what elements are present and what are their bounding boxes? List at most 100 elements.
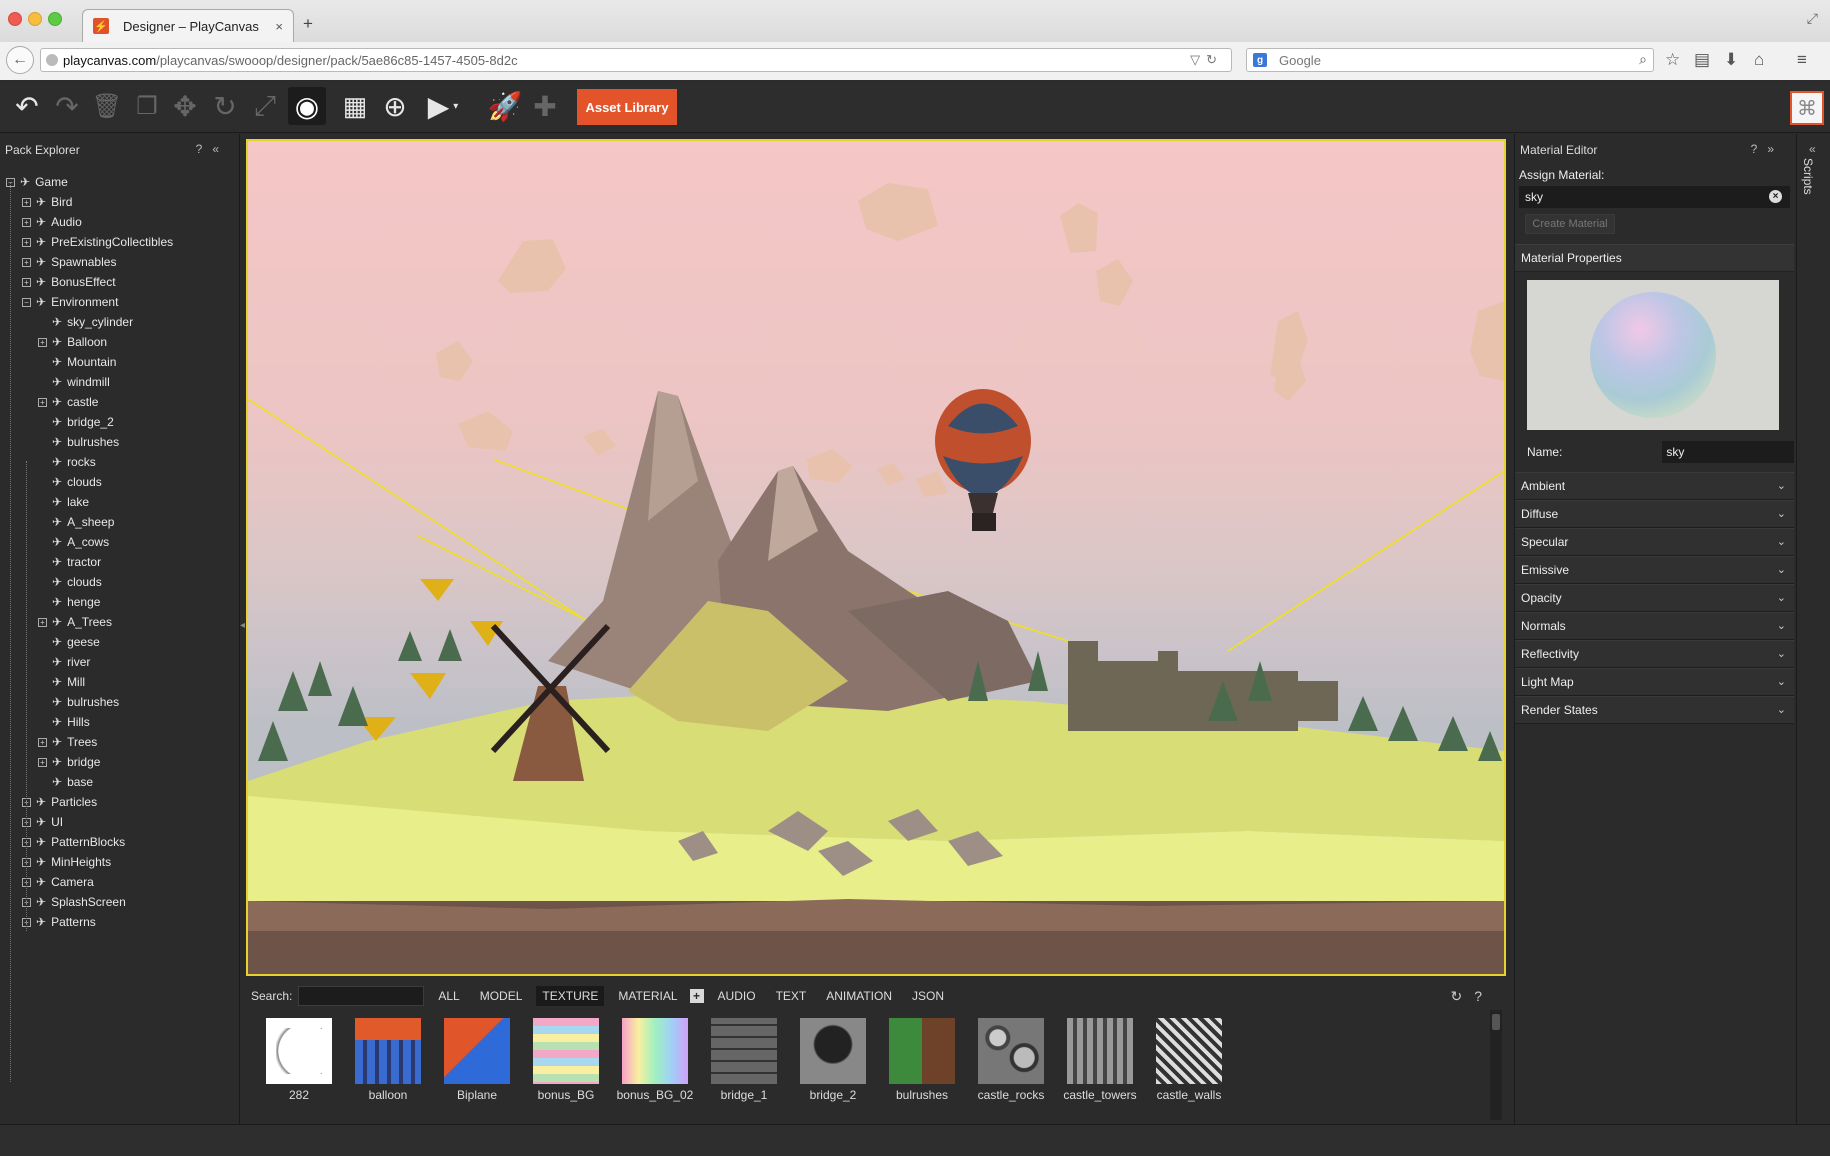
tree-node[interactable]: ✈ tractor [38,552,101,572]
tree-node[interactable]: − ✈ Game [6,172,68,192]
create-material-button[interactable]: Create Material [1525,214,1615,234]
asset-library-button[interactable]: Asset Library [577,89,677,125]
tree-node[interactable]: + ✈ SplashScreen [22,892,126,912]
expand-icon[interactable]: + [22,257,31,267]
search-bar[interactable]: g Google ⌕ [1246,48,1654,72]
new-material-icon[interactable]: + [689,989,704,1003]
tree-node[interactable]: + ✈ UI [22,812,63,832]
rotate-button[interactable]: ↻ [206,87,244,125]
browser-tab[interactable]: ⚡ Designer – PlayCanvas × [82,9,294,42]
asset-item[interactable]: bonus_BG_02 [610,1018,700,1102]
asset-item[interactable]: 282 [254,1018,344,1102]
launch-button[interactable]: ▶ ▾ [424,87,462,125]
menu-icon[interactable]: ≡ [1797,50,1807,70]
tree-node[interactable]: + ✈ Spawnables [22,252,116,272]
user-avatar[interactable]: ⌘ [1790,91,1824,125]
downloads-icon[interactable]: ⬇ [1724,50,1738,70]
tree-node[interactable]: ✈ windmill [38,372,110,392]
asset-item[interactable]: bridge_2 [788,1018,878,1102]
tree-node[interactable]: + ✈ A_Trees [38,612,112,632]
help-icon[interactable]: ? [196,142,213,156]
refresh-icon[interactable]: ↻ [1450,988,1474,1004]
chevron-down-icon[interactable]: ⌄ [1777,563,1786,576]
delete-button[interactable]: 🗑 [88,87,126,125]
back-button[interactable]: ← [6,46,34,74]
chevron-down-icon[interactable]: ⌄ [1777,479,1786,492]
asset-item[interactable]: balloon [343,1018,433,1102]
search-icon[interactable]: ⌕ [1639,51,1647,68]
launch-dropdown-icon[interactable]: ▾ [453,101,458,112]
filter-tab-text[interactable]: TEXT [770,986,813,1006]
asset-help-icon[interactable]: ? [1474,988,1494,1004]
tree-node[interactable]: ✈ river [38,652,90,672]
tree-node[interactable]: ✈ henge [38,592,100,612]
tree-node[interactable]: + ✈ PreExistingCollectibles [22,232,173,252]
world-space-button[interactable]: ◉ [288,87,326,125]
material-section-diffuse[interactable]: Diffuse ⌄ [1515,500,1794,528]
url-bar[interactable]: playcanvas.com/playcanvas/swooop/designe… [40,48,1232,72]
asset-item[interactable]: bonus_BG [521,1018,611,1102]
filter-tab-all[interactable]: ALL [432,986,465,1006]
expand-icon[interactable]: + [22,197,31,207]
material-section-reflectivity[interactable]: Reflectivity ⌄ [1515,640,1794,668]
tree-node[interactable]: ✈ Mountain [38,352,116,372]
asset-item[interactable]: castle_towers [1055,1018,1145,1102]
tree-node[interactable]: + ✈ PatternBlocks [22,832,125,852]
material-help-icon[interactable]: ? [1751,142,1768,156]
chevron-down-icon[interactable]: ⌄ [1777,535,1786,548]
tab-close-icon[interactable]: × [275,19,283,34]
tree-node[interactable]: ✈ A_cows [38,532,109,552]
tree-node[interactable]: ✈ bulrushes [38,432,119,452]
tree-node[interactable]: ✈ sky_cylinder [38,312,133,332]
assign-material-field[interactable]: sky × [1519,186,1790,208]
filter-tab-model[interactable]: MODEL [474,986,529,1006]
expand-icon[interactable]: + [22,277,31,287]
filter-tab-material[interactable]: MATERIAL [612,986,683,1006]
expand-icon[interactable]: + [38,397,47,407]
asset-search-input[interactable] [298,986,425,1006]
tree-node[interactable]: ✈ lake [38,492,89,512]
filter-tab-texture[interactable]: TEXTURE [536,986,605,1006]
asset-item[interactable]: castle_walls [1144,1018,1234,1102]
tree-node[interactable]: − ✈ Environment [22,292,118,312]
tree-node[interactable]: ✈ clouds [38,572,102,592]
tree-node[interactable]: ✈ bridge_2 [38,412,114,432]
chevron-down-icon[interactable]: ⌄ [1777,507,1786,520]
asset-item[interactable]: castle_rocks [966,1018,1056,1102]
fullscreen-icon[interactable]: ⤢ [1807,10,1818,27]
bookmark-star-icon[interactable]: ☆ [1665,50,1680,70]
scripts-tab[interactable]: Scripts [1801,158,1815,195]
expand-icon[interactable]: + [38,337,47,347]
chevron-down-icon[interactable]: ⌄ [1777,647,1786,660]
asset-item[interactable]: bridge_1 [699,1018,789,1102]
expand-icon[interactable]: + [38,617,47,627]
material-name-input[interactable]: sky [1662,441,1794,463]
material-section-light-map[interactable]: Light Map ⌄ [1515,668,1794,696]
clear-material-icon[interactable]: × [1769,190,1782,203]
tree-node[interactable]: + ✈ Camera [22,872,94,892]
tree-node[interactable]: ✈ rocks [38,452,96,472]
tree-node[interactable]: ✈ bulrushes [38,692,119,712]
asset-item[interactable]: Biplane [432,1018,522,1102]
material-section-emissive[interactable]: Emissive ⌄ [1515,556,1794,584]
collapse-icon[interactable]: − [22,297,31,307]
close-window-button[interactable] [8,12,22,26]
chevron-down-icon[interactable]: ⌄ [1777,591,1786,604]
scripts-collapse-icon[interactable]: « [1809,142,1816,156]
filter-tab-animation[interactable]: ANIMATION [820,986,898,1006]
scene-viewport[interactable] [246,139,1506,976]
publish-button[interactable]: 🚀 [486,87,524,125]
tree-node[interactable]: + ✈ BonusEffect [22,272,116,292]
reload-icon[interactable]: ▽↻ [1190,52,1223,68]
filter-tab-audio[interactable]: AUDIO [712,986,762,1006]
scale-button[interactable]: ⤢ [246,87,284,125]
material-section-specular[interactable]: Specular ⌄ [1515,528,1794,556]
tree-node[interactable]: + ✈ Particles [22,792,97,812]
chevron-down-icon[interactable]: ⌄ [1777,703,1786,716]
minimize-window-button[interactable] [28,12,42,26]
tree-node[interactable]: ✈ clouds [38,472,102,492]
home-icon[interactable]: ⌂ [1754,50,1764,70]
tree-node[interactable]: + ✈ Trees [38,732,97,752]
reading-list-icon[interactable]: ▤ [1694,50,1710,70]
collapse-left-icon[interactable]: « [212,142,229,156]
